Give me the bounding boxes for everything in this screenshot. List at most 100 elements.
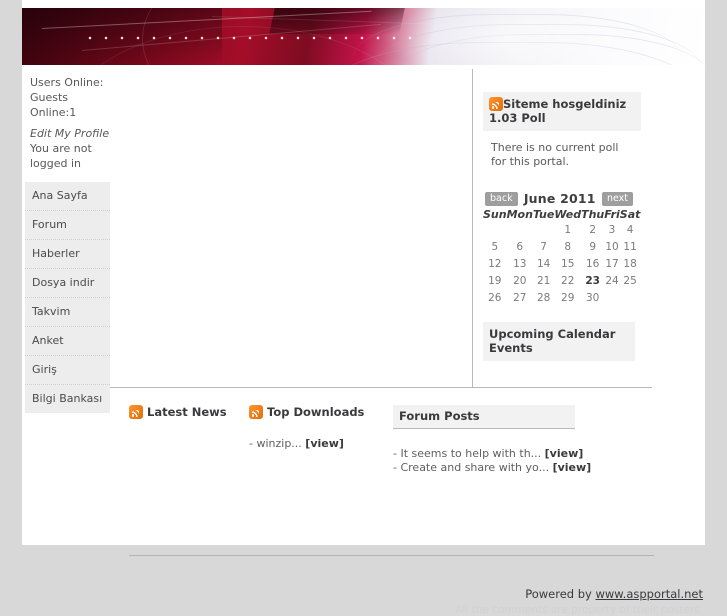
calendar-title: June 2011 [523, 191, 596, 206]
calendar-week-row: 5 6 7 8 9 10 11 [483, 238, 640, 255]
calendar-day-24[interactable]: 24 [604, 272, 620, 289]
calendar-day-10[interactable]: 10 [604, 238, 620, 255]
bottom-panels: Latest News Top Downloads - winzip... [v… [22, 405, 705, 515]
aspportal-link[interactable]: www.aspportal.net [596, 587, 704, 601]
sidebar-item-dosya-indir[interactable]: Dosya indir [25, 269, 110, 298]
calendar-day-13[interactable]: 13 [507, 255, 533, 272]
weekday-wed: Wed [554, 208, 582, 221]
calendar-day-empty [507, 221, 533, 238]
edit-my-profile-link[interactable]: Edit My Profile [30, 126, 110, 141]
calendar-day-8[interactable]: 8 [554, 238, 581, 255]
view-link[interactable]: [view] [305, 437, 344, 450]
weekday-tue: Tue [532, 208, 555, 221]
weekday-sun: Sun [483, 208, 507, 221]
calendar-day-23[interactable]: 23 [581, 272, 604, 289]
sidebar-item-anket[interactable]: Anket [25, 327, 110, 356]
list-item: - winzip... [view] [249, 437, 364, 451]
calendar-back-button[interactable]: back [485, 191, 518, 206]
calendar-nav: back June 2011 next [483, 191, 635, 206]
calendar-week-row: 1234 [483, 221, 640, 238]
download-item-text: - winzip... [249, 437, 302, 450]
calendar-day-4[interactable]: 4 [620, 221, 641, 238]
calendar-body: 1 2 3 4 5 6 7 8 9 10 11 12 13 14 15 16 17 18 19 20 21 22 23 24 2… [483, 221, 640, 306]
calendar-day-26[interactable]: 26 [483, 289, 507, 306]
latest-news-header: Latest News [129, 405, 227, 419]
weekday-fri: Fri [604, 208, 620, 221]
calendar-day-18[interactable]: 18 [620, 255, 641, 272]
calendar-day-15[interactable]: 15 [554, 255, 581, 272]
weekday-sat: Sat [619, 208, 641, 221]
calendar-day-9[interactable]: 9 [581, 238, 604, 255]
poll-panel-body: There is no current poll for this portal… [491, 141, 619, 168]
forum-post-text: - It seems to help with th... [393, 447, 542, 460]
site-banner-image [22, 8, 705, 65]
calendar-day-14[interactable]: 14 [533, 255, 554, 272]
poll-title: Siteme hosgeldiniz 1.03 Poll [489, 97, 627, 125]
calendar-day-30[interactable]: 30 [581, 289, 604, 306]
upcoming-events-header: Upcoming Calendar Events [483, 322, 635, 361]
sidebar-item-haberler[interactable]: Haberler [25, 240, 110, 269]
list-item: - Create and share with yo... [view] [393, 461, 591, 475]
sidebar-menu: Ana Sayfa Forum Haberler Dosya indir Tak… [25, 182, 110, 413]
login-status-text: You are not logged in [30, 142, 92, 170]
upcoming-events-panel: Upcoming Calendar Events [483, 322, 635, 361]
calendar-day-2[interactable]: 2 [581, 221, 604, 238]
calendar-week-row: 19 20 21 22 23 24 25 [483, 272, 640, 289]
page-container: Users Online: Guests Online:1 Edit My Pr… [22, 0, 705, 616]
bottom-rule [129, 555, 654, 556]
weekday-thu: Thu [581, 208, 605, 221]
weekday-mon: Mon [506, 208, 533, 221]
sidebar-item-ana-sayfa[interactable]: Ana Sayfa [25, 182, 110, 211]
calendar-day-empty [620, 289, 641, 306]
list-item: - It seems to help with th... [view] [393, 447, 591, 461]
calendar-day-7[interactable]: 7 [533, 238, 554, 255]
calendar-day-5[interactable]: 5 [483, 238, 507, 255]
vertical-divider [472, 69, 473, 387]
calendar-week-row: 26 27 28 29 30 [483, 289, 640, 306]
content-area: Users Online: Guests Online:1 Edit My Pr… [22, 65, 705, 616]
calendar-day-1[interactable]: 1 [554, 221, 581, 238]
banner-glow [382, 8, 642, 65]
calendar-day-22[interactable]: 22 [554, 272, 581, 289]
user-status-block: Users Online: Guests Online:1 Edit My Pr… [25, 71, 110, 171]
sidebar-item-forum[interactable]: Forum [25, 211, 110, 240]
top-downloads-header: Top Downloads [249, 405, 364, 419]
view-link[interactable]: [view] [553, 461, 592, 474]
calendar-day-25[interactable]: 25 [620, 272, 641, 289]
calendar-day-3[interactable]: 3 [604, 221, 620, 238]
footer-powered-by: Powered by www.aspportal.net [22, 587, 703, 601]
calendar-day-empty [533, 221, 554, 238]
calendar-day-empty [483, 221, 507, 238]
calendar-day-20[interactable]: 20 [507, 272, 533, 289]
calendar-day-11[interactable]: 11 [620, 238, 641, 255]
calendar-day-12[interactable]: 12 [483, 255, 507, 272]
powered-by-text: Powered by [525, 587, 596, 601]
latest-news-panel: Latest News [129, 405, 227, 419]
calendar-widget: back June 2011 next Sun Mon Tue Wed Thu … [483, 191, 640, 306]
rss-icon [129, 405, 143, 419]
calendar-next-button[interactable]: next [601, 191, 633, 206]
calendar-day-6[interactable]: 6 [507, 238, 533, 255]
footer-disclaimer: All the comments are property of their p… [455, 604, 703, 616]
calendar-day-29[interactable]: 29 [554, 289, 581, 306]
calendar-day-21[interactable]: 21 [533, 272, 554, 289]
calendar-week-row: 12 13 14 15 16 17 18 [483, 255, 640, 272]
calendar-day-19[interactable]: 19 [483, 272, 507, 289]
sidebar-item-giris[interactable]: Giriş [25, 356, 110, 385]
calendar-day-17[interactable]: 17 [604, 255, 620, 272]
footer: Powered by www.aspportal.net All the com… [22, 587, 705, 616]
calendar-day-27[interactable]: 27 [507, 289, 533, 306]
forum-posts-panel: Forum Posts - It seems to help with th..… [393, 405, 591, 475]
forum-post-text: - Create and share with yo... [393, 461, 550, 474]
calendar-day-empty [604, 289, 620, 306]
calendar-day-16[interactable]: 16 [581, 255, 604, 272]
view-link[interactable]: [view] [545, 447, 584, 460]
top-downloads-list: - winzip... [view] [249, 437, 364, 451]
poll-panel-header: Siteme hosgeldiniz 1.03 Poll [483, 92, 641, 131]
calendar-day-28[interactable]: 28 [533, 289, 554, 306]
rss-icon [489, 97, 503, 111]
sidebar: Users Online: Guests Online:1 Edit My Pr… [25, 71, 110, 413]
sidebar-item-takvim[interactable]: Takvim [25, 298, 110, 327]
calendar-weekday-row: Sun Mon Tue Wed Thu Fri Sat [483, 208, 640, 221]
forum-posts-list: - It seems to help with th... [view] - C… [393, 447, 591, 475]
